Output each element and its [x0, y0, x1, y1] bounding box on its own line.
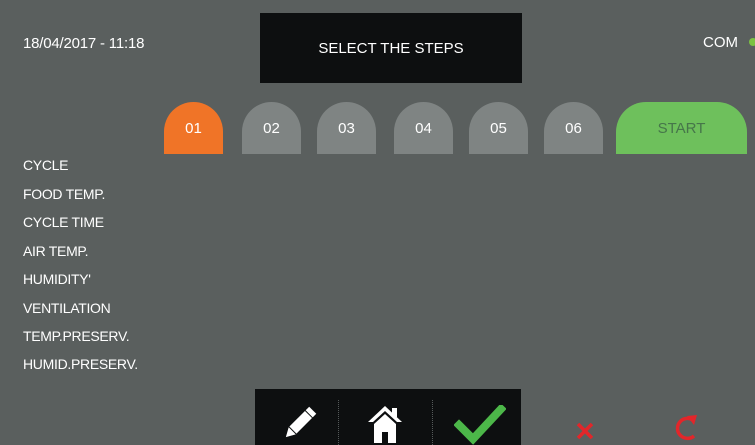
toolbar-divider: [338, 400, 339, 445]
param-humidity: HUMIDITY': [23, 271, 91, 287]
reset-button[interactable]: [670, 410, 702, 445]
step-tab-label: 04: [415, 119, 432, 137]
step-tab-label: 02: [263, 119, 280, 137]
step-tab-02[interactable]: 02: [242, 102, 301, 154]
step-tab-04[interactable]: 04: [394, 102, 453, 154]
step-tab-label: 06: [565, 119, 582, 137]
param-cycle-time: CYCLE TIME: [23, 214, 104, 230]
home-icon: [368, 405, 402, 443]
cancel-x-icon: [576, 422, 594, 439]
com-status-label: COM: [703, 34, 738, 51]
checkmark-icon: [454, 404, 506, 445]
param-food-temp: FOOD TEMP.: [23, 186, 106, 202]
step-tab-01[interactable]: 01: [164, 102, 223, 154]
reset-arrow-icon: [675, 414, 697, 440]
step-tab-label: 01: [185, 119, 202, 137]
cancel-button[interactable]: [570, 416, 600, 445]
param-cycle: CYCLE: [23, 157, 69, 173]
param-temp-preserv: TEMP.PRESERV.: [23, 328, 130, 344]
step-tab-06[interactable]: 06: [544, 102, 603, 154]
step-tab-05[interactable]: 05: [469, 102, 528, 154]
page-title: SELECT THE STEPS: [260, 13, 522, 83]
home-button[interactable]: [360, 400, 410, 445]
param-ventilation: VENTILATION: [23, 300, 111, 316]
com-status-indicator: [749, 38, 755, 46]
step-tab-label: 05: [490, 119, 507, 137]
screen: 18/04/2017 - 11:18 SELECT THE STEPS COM …: [0, 0, 755, 445]
edit-button[interactable]: [276, 400, 324, 445]
pencil-icon: [285, 406, 317, 437]
param-humid-preserv: HUMID.PRESERV.: [23, 356, 138, 372]
page-title-text: SELECT THE STEPS: [318, 39, 464, 57]
toolbar-divider: [432, 400, 433, 445]
datetime-display: 18/04/2017 - 11:18: [23, 35, 145, 52]
param-air-temp: AIR TEMP.: [23, 243, 89, 259]
step-tab-label: 03: [338, 119, 355, 137]
step-tab-03[interactable]: 03: [317, 102, 376, 154]
confirm-button[interactable]: [452, 404, 508, 445]
start-button[interactable]: START: [616, 102, 747, 154]
start-button-label: START: [657, 119, 706, 137]
